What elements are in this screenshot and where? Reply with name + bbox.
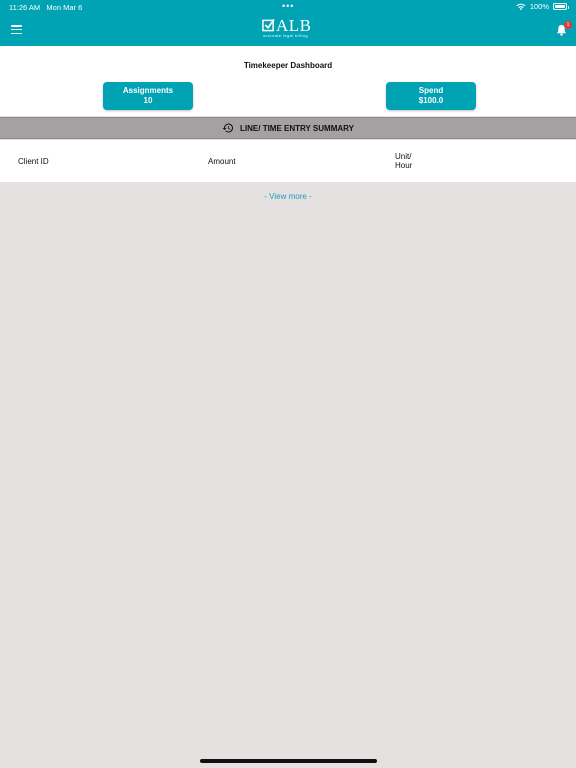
status-time-text: 11:26 AM [9,3,41,12]
assignments-value: 10 [143,96,153,105]
column-amount: Amount [208,157,236,166]
time-entry-summary-header[interactable]: LINE/ TIME ENTRY SUMMARY [0,117,576,139]
notification-badge: 1 [564,21,572,29]
assignments-button[interactable]: Assignments 10 [103,82,193,110]
home-indicator[interactable] [200,759,377,763]
spend-value: $100.0 [418,96,444,105]
spend-button[interactable]: Spend $100.0 [386,82,476,110]
notifications-button[interactable]: 1 [556,21,572,37]
history-icon [222,123,234,133]
menu-icon[interactable] [11,25,22,35]
alb-logo: ALB accurate legal billing [262,16,322,41]
column-client-id: Client ID [18,157,49,166]
battery-percent: 100% [529,2,549,11]
summary-table-header: Client ID Amount Unit/ Hour [0,140,576,182]
assignments-label: Assignments [122,86,174,95]
app-header: 11:26 AM Mon Mar 6 ••• 100% ALB accurate… [0,0,576,46]
multitask-dots[interactable]: ••• [282,1,294,11]
status-time: 11:26 AM Mon Mar 6 [9,3,82,12]
battery-icon [553,3,569,10]
summary-title: LINE/ TIME ENTRY SUMMARY [240,123,354,133]
spend-label: Spend [418,86,444,95]
view-more-link[interactable]: - View more - [0,192,576,201]
status-date-text: Mon Mar 6 [46,3,83,12]
page-title: Timekeeper Dashboard [243,61,333,70]
column-unit-hour: Unit/ Hour [395,152,413,170]
logo-tagline: accurate legal billing [263,33,309,38]
wifi-icon [516,3,526,10]
status-indicators: 100% [516,2,569,11]
checkbox-logo-icon [262,18,275,32]
dashboard-panel: Timekeeper Dashboard Assignments 10 Spen… [0,46,576,116]
